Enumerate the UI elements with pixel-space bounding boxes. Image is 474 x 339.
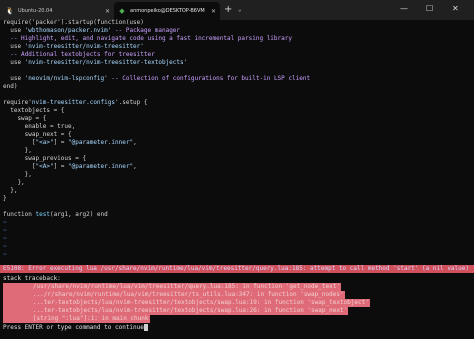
continue-prompt[interactable]: Press ENTER or type command to continue [3, 324, 148, 332]
traceback-line: ...ter-textobjects/lua/nvim-treesitter/t… [3, 307, 349, 315]
close-tab-icon[interactable]: ✕ [211, 8, 216, 15]
code-line: swap_previous = { [3, 155, 87, 162]
empty-line-marker: ~ [3, 235, 7, 242]
code-line: -- Highlight, edit, and navigate code us… [3, 35, 292, 42]
empty-line-marker: ~ [3, 227, 7, 234]
traceback-line: ...ter-textobjects/lua/nvim-treesitter/t… [3, 299, 370, 307]
code-line: ["<a>"] = "@parameter.inner", [3, 139, 137, 146]
text-cursor [143, 324, 148, 331]
code-line: }, [3, 171, 32, 178]
code-line: }, [3, 187, 18, 194]
code-line: enable = true, [3, 123, 76, 130]
code-line: use 'neovim/nvim-lspconfig' -- Collectio… [3, 75, 311, 82]
traceback-line: /usr/share/nvim/runtime/lua/vim/treesitt… [3, 283, 341, 291]
code-line: require('packer').startup(function(use) [3, 19, 144, 26]
code-line: swap_next = { [3, 131, 72, 138]
close-tab-icon[interactable]: ✕ [105, 8, 110, 15]
error-message-bar: E5108: Error executing lua /usr/share/nv… [0, 265, 474, 273]
new-tab-button[interactable]: + [224, 4, 232, 16]
code-line: } [3, 195, 7, 202]
code-line: use 'nvim-treesitter/nvim-treesitter-tex… [3, 59, 188, 66]
error-message: E5108: Error executing lua /usr/share/nv… [3, 265, 469, 272]
window-titlebar: 🐧 Ubuntu-20.04 ✕ ◆ anmonpeiko@DESKTOP-B6… [0, 0, 474, 20]
close-button[interactable]: ✕ [452, 3, 459, 15]
tab-title: anmonpeiko@DESKTOP-B6VM [130, 8, 205, 14]
tab-title: Ubuntu-20.04 [18, 8, 53, 14]
vim-icon: ◆ [119, 7, 125, 15]
code-line: -- Additional textobjects for treesitter [3, 51, 155, 58]
code-line: }, [3, 147, 32, 154]
empty-line-marker: ~ [3, 243, 7, 250]
minimize-button[interactable]: — [400, 3, 408, 15]
tab-nvim[interactable]: ◆ anmonpeiko@DESKTOP-B6VM ✕ [114, 2, 220, 20]
maximize-button[interactable]: ☐ [426, 3, 433, 15]
code-line: use 'wbthomason/packer.nvim' -- Package … [3, 27, 181, 34]
code-line: use 'nvim-treesitter/nvim-treesitter' [3, 43, 144, 50]
code-line: }, [3, 179, 25, 186]
code-line: function test(arg1, arg2) end [3, 211, 108, 218]
code-line: ["<A>"] = "@parameter.inner", [3, 163, 137, 170]
code-line: end) [3, 83, 18, 90]
traceback-title: stack traceback: [3, 275, 61, 282]
code-line: swap = { [3, 115, 47, 122]
linux-icon: 🐧 [5, 7, 15, 15]
empty-line-marker: ~ [3, 219, 7, 226]
empty-line-marker: ~ [3, 251, 7, 258]
tab-ubuntu[interactable]: 🐧 Ubuntu-20.04 ✕ [2, 2, 114, 20]
code-line: require'nvim-treesitter.configs'.setup { [3, 99, 148, 106]
code-line: textobjects = { [3, 107, 65, 114]
terminal-area[interactable]: require('packer').startup(function(use) … [0, 19, 474, 339]
traceback-line: [string ":lua"]:1: in main chunk [3, 315, 150, 323]
traceback-line: .../r/share/nvim/runtime/lua/vim/treesit… [3, 291, 345, 299]
chevron-down-icon[interactable]: ⌄ [238, 6, 242, 13]
